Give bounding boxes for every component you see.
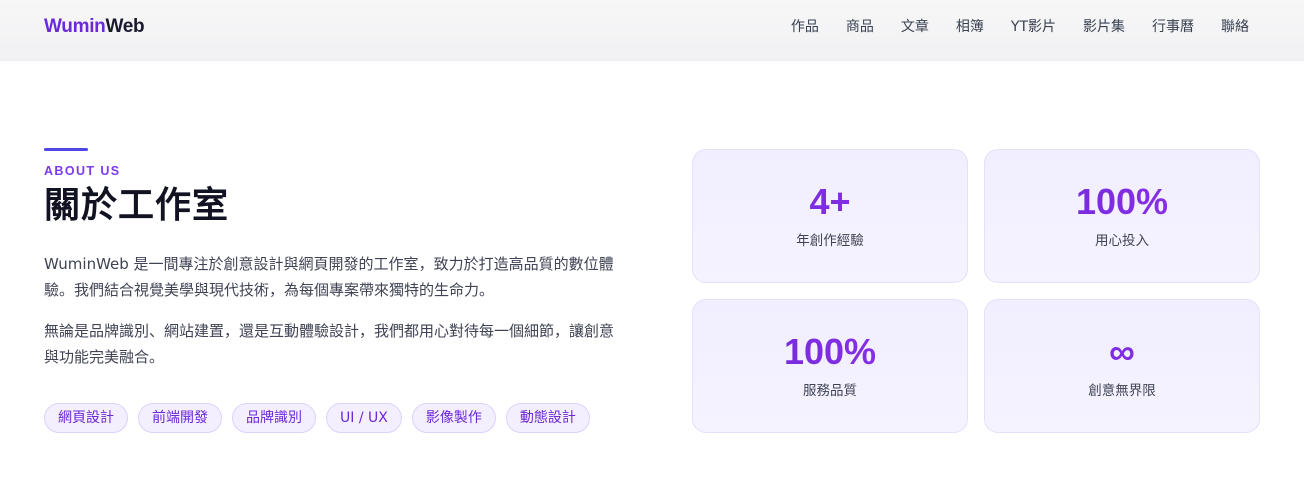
nav-item-products[interactable]: 商品	[846, 17, 874, 37]
main-nav: 作品 商品 文章 相簿 YT影片 影片集 行事曆 聯絡	[764, 17, 1249, 37]
section-title: 關於工作室	[44, 185, 230, 226]
site-logo[interactable]: WuminWeb	[44, 16, 145, 38]
section-accent-bar	[44, 148, 88, 151]
about-paragraph-1: WuminWeb 是一間專注於創意設計與網頁開發的工作室，致力於打造高品質的數位…	[44, 255, 614, 299]
stat-value: 4+	[693, 180, 967, 224]
stat-label: 用心投入	[1095, 233, 1149, 249]
stat-card-creativity: ∞ 創意無界限	[984, 299, 1260, 433]
nav-item-albums[interactable]: 相簿	[956, 17, 984, 37]
stat-card-service-quality: 100% 服務品質	[692, 299, 968, 433]
stat-card-dedication: 100% 用心投入	[984, 149, 1260, 283]
stat-value: 100%	[693, 330, 967, 374]
nav-item-yt-videos[interactable]: YT影片	[1011, 17, 1056, 37]
tag-web-design[interactable]: 網頁設計	[44, 403, 128, 433]
tag-frontend-dev[interactable]: 前端開發	[138, 403, 222, 433]
nav-item-video-collection[interactable]: 影片集	[1083, 17, 1125, 37]
logo-text-part1: Wumin	[44, 16, 106, 37]
stat-label: 創意無界限	[1088, 383, 1156, 399]
tag-brand-identity[interactable]: 品牌識別	[232, 403, 316, 433]
tag-motion-design[interactable]: 動態設計	[505, 403, 590, 433]
service-tags: 網頁設計 前端開發 品牌識別 UI / UX 影像製作 動態設計	[44, 403, 590, 433]
stat-label: 服務品質	[803, 383, 857, 399]
logo-text-part2: Web	[105, 16, 145, 37]
nav-item-works[interactable]: 作品	[791, 17, 819, 37]
nav-item-articles[interactable]: 文章	[901, 17, 929, 37]
about-paragraph-2: 無論是品牌識別、網站建置，還是互動體驗設計，我們都用心對待每一個細節，讓創意與功…	[44, 322, 615, 366]
nav-item-contact[interactable]: 聯絡	[1221, 17, 1249, 37]
section-eyebrow: ABOUT US	[44, 164, 121, 178]
tag-ui-ux[interactable]: UI / UX	[326, 403, 402, 433]
stat-label: 年創作經驗	[796, 233, 864, 249]
stat-card-experience: 4+ 年創作經驗	[692, 149, 968, 283]
stat-value: 100%	[985, 180, 1259, 224]
tag-video-production[interactable]: 影像製作	[411, 403, 496, 433]
site-header: WuminWeb 作品 商品 文章 相簿 YT影片 影片集 行事曆 聯絡	[0, 0, 1304, 61]
stat-value: ∞	[985, 330, 1259, 374]
nav-item-calendar[interactable]: 行事曆	[1152, 17, 1194, 37]
stats-grid: 4+ 年創作經驗 100% 用心投入 100% 服務品質 ∞ 創意無界限	[692, 149, 1260, 433]
